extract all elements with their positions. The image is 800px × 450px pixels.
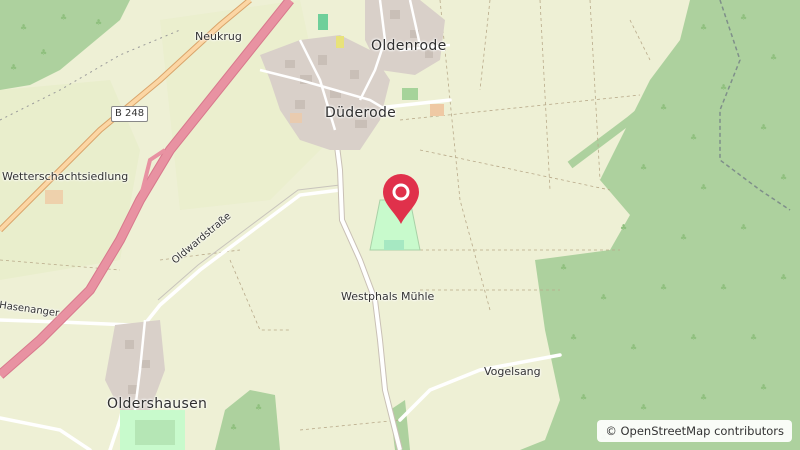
sports-field xyxy=(318,14,328,30)
svg-text:♣: ♣ xyxy=(640,403,647,412)
map-attribution: © OpenStreetMap contributors xyxy=(597,420,792,442)
svg-text:♣: ♣ xyxy=(630,343,637,352)
industrial-area xyxy=(430,104,444,116)
label-westphals-muehle: Westphals Mühle xyxy=(341,290,435,303)
svg-text:♣: ♣ xyxy=(660,283,667,292)
svg-text:♣: ♣ xyxy=(700,23,707,32)
industrial-area xyxy=(290,113,302,123)
svg-text:♣: ♣ xyxy=(10,63,17,72)
road-shield-b248: B 248 xyxy=(111,106,149,122)
svg-text:♣: ♣ xyxy=(690,133,697,142)
svg-text:♣: ♣ xyxy=(740,13,747,22)
svg-text:♣: ♣ xyxy=(620,223,627,232)
svg-text:♣: ♣ xyxy=(780,273,787,282)
svg-text:♣: ♣ xyxy=(600,293,607,302)
svg-text:♣: ♣ xyxy=(580,393,587,402)
svg-text:♣: ♣ xyxy=(20,23,27,32)
svg-text:♣: ♣ xyxy=(230,423,237,432)
svg-text:♣: ♣ xyxy=(40,48,47,57)
svg-text:♣: ♣ xyxy=(95,18,102,27)
label-duderode: Düderode xyxy=(325,105,397,121)
sports-field xyxy=(384,240,404,250)
svg-text:♣: ♣ xyxy=(750,333,757,342)
svg-text:♣: ♣ xyxy=(770,53,777,62)
openstreetmap-attribution-link[interactable]: OpenStreetMap contributors xyxy=(620,424,784,438)
meadow-small xyxy=(45,190,63,204)
svg-text:♣: ♣ xyxy=(760,383,767,392)
svg-text:♣: ♣ xyxy=(780,173,787,182)
svg-text:♣: ♣ xyxy=(255,403,262,412)
svg-text:♣: ♣ xyxy=(760,123,767,132)
svg-text:♣: ♣ xyxy=(690,333,697,342)
label-wetterschachtsiedlung: Wetterschachtsiedlung xyxy=(2,170,129,183)
svg-text:♣: ♣ xyxy=(640,163,647,172)
copyright-symbol: © xyxy=(605,424,617,438)
park-area xyxy=(135,420,175,445)
svg-text:♣: ♣ xyxy=(680,233,687,242)
svg-text:♣: ♣ xyxy=(660,103,667,112)
svg-text:♣: ♣ xyxy=(560,263,567,272)
park-area xyxy=(402,88,418,100)
svg-text:♣: ♣ xyxy=(720,83,727,92)
location-pin-icon[interactable] xyxy=(381,172,421,226)
svg-text:♣: ♣ xyxy=(700,183,707,192)
svg-text:♣: ♣ xyxy=(700,393,707,402)
allotment xyxy=(336,36,344,48)
svg-text:♣: ♣ xyxy=(570,333,577,342)
label-oldenrode: Oldenrode xyxy=(371,38,447,54)
svg-text:♣: ♣ xyxy=(720,283,727,292)
svg-text:♣: ♣ xyxy=(740,223,747,232)
label-neukrug: Neukrug xyxy=(195,30,242,43)
label-vogelsang: Vogelsang xyxy=(484,365,541,378)
label-oldershausen: Oldershausen xyxy=(107,396,208,412)
svg-text:♣: ♣ xyxy=(60,13,67,22)
